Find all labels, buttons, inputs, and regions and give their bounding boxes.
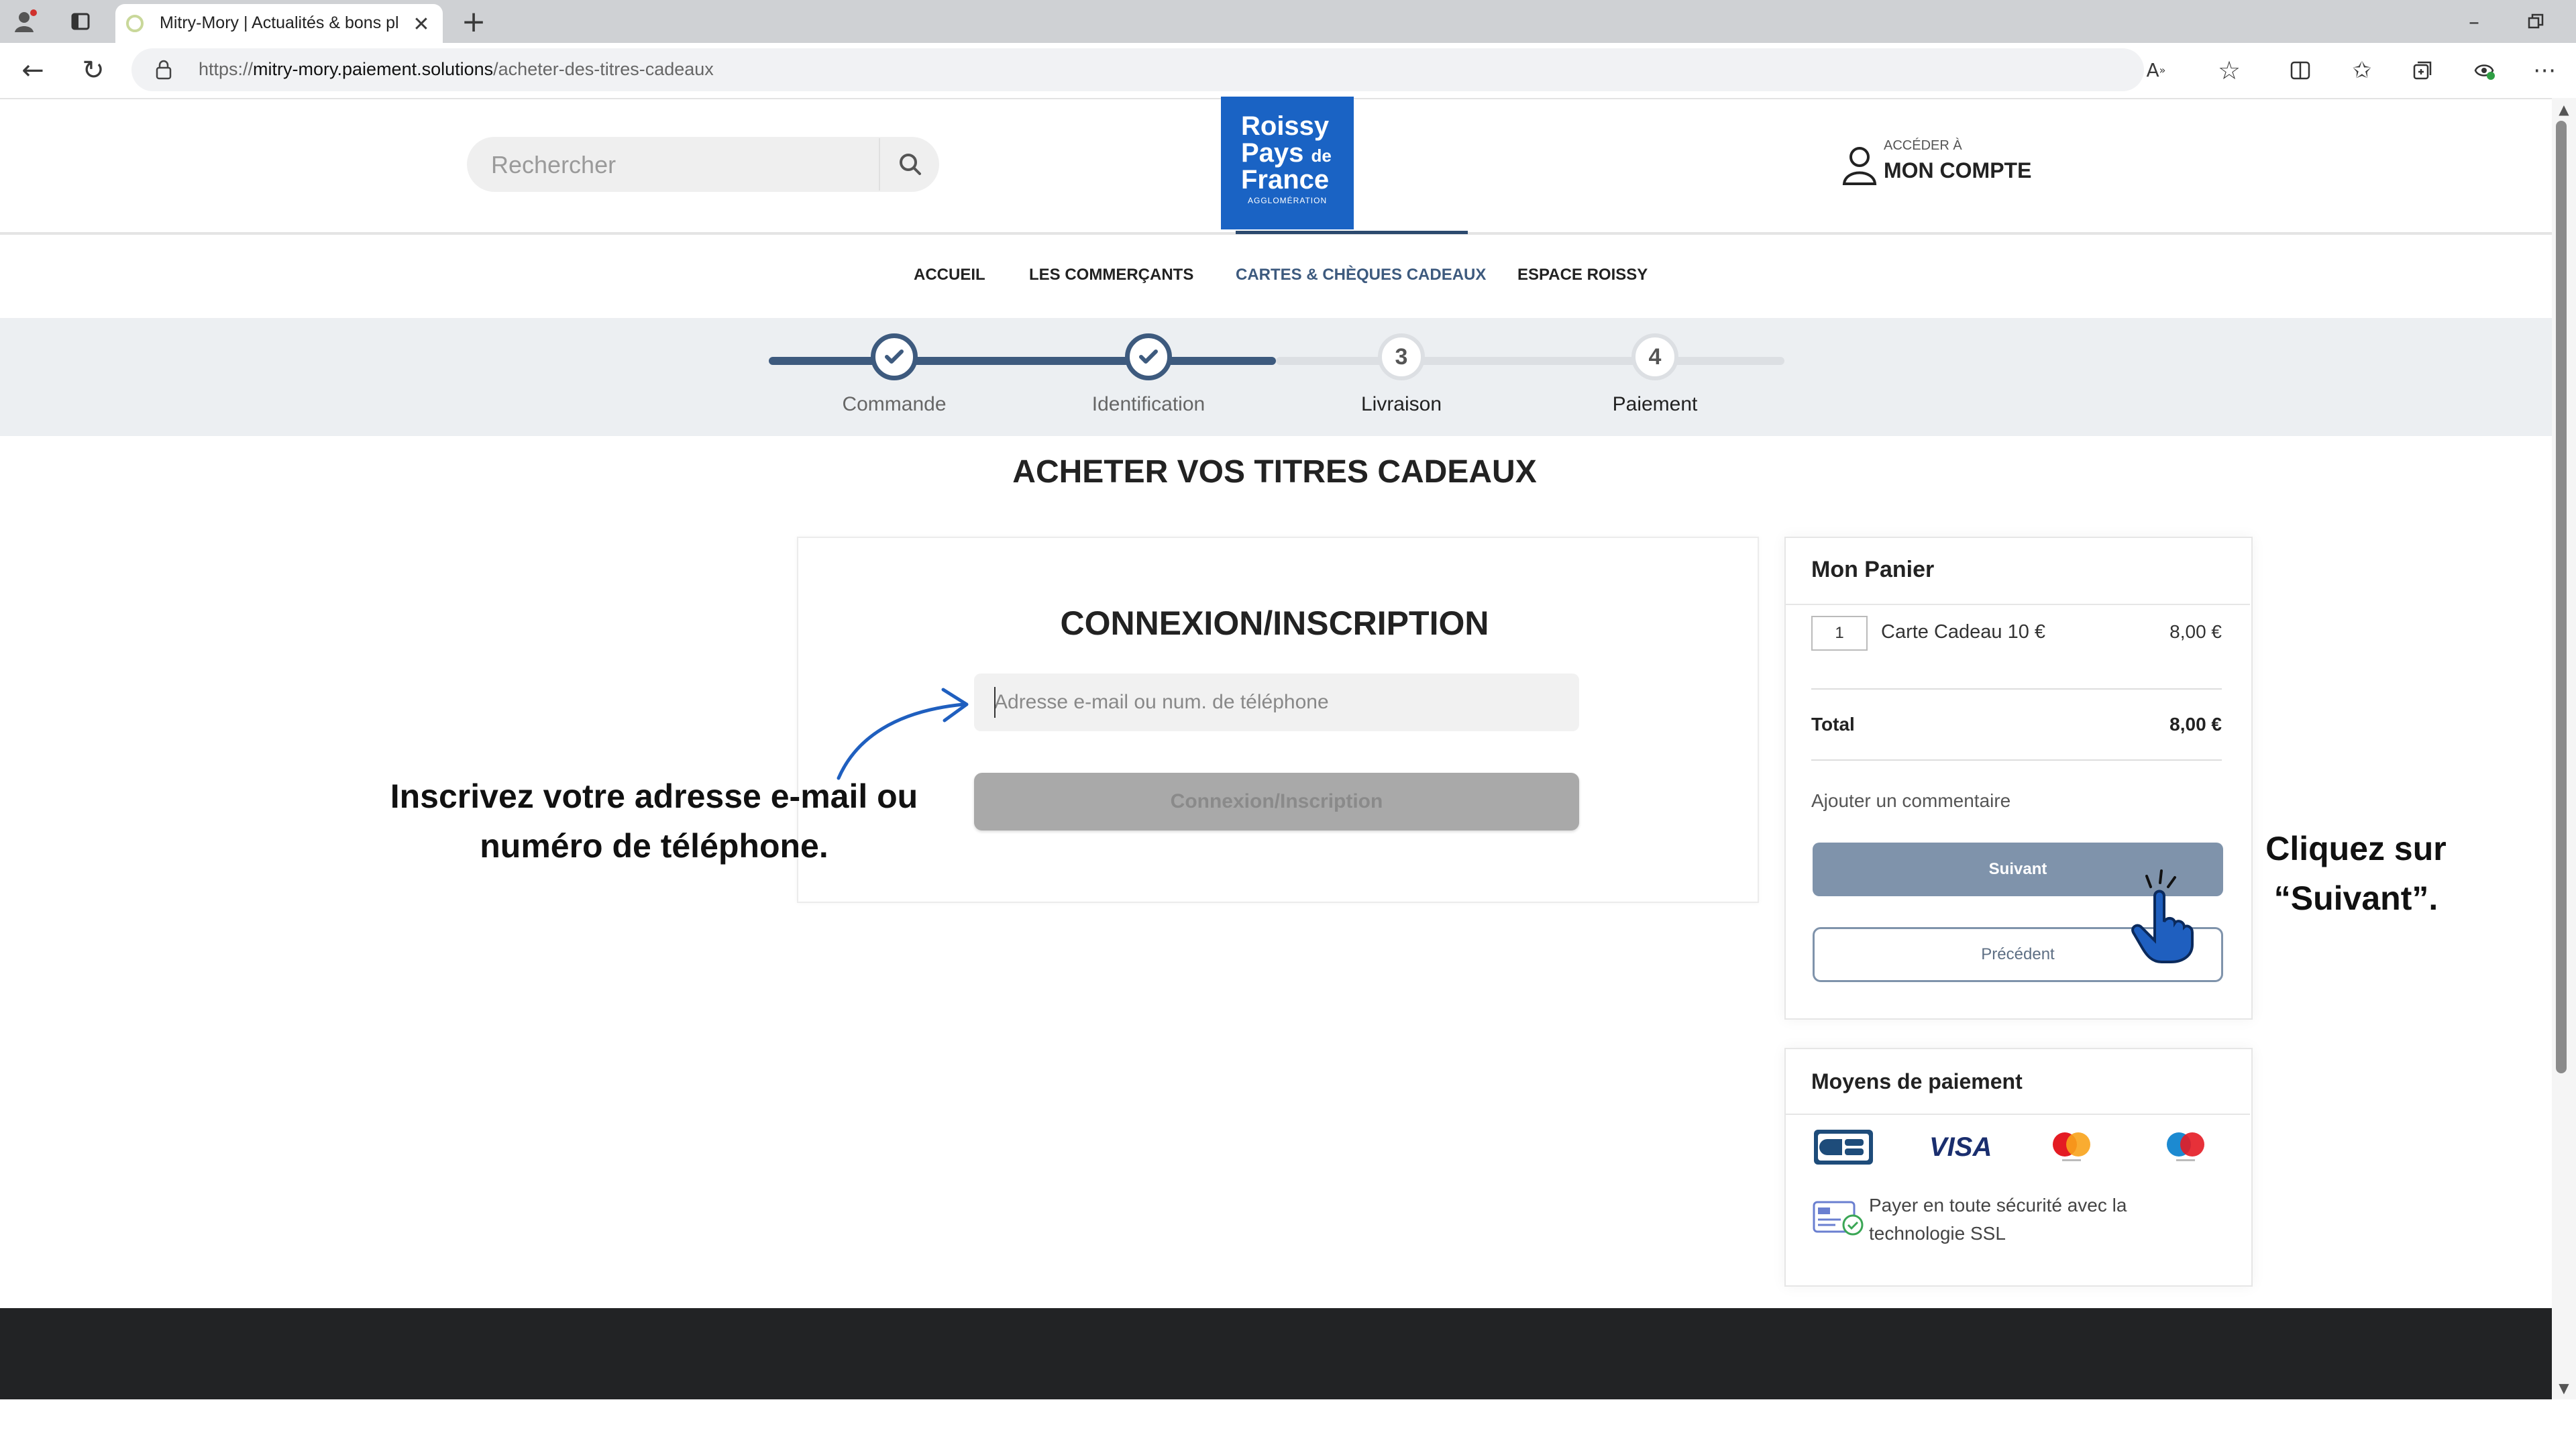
- payment-methods-title: Moyens de paiement: [1811, 1069, 2023, 1093]
- text-caret: [994, 687, 996, 718]
- collections-icon[interactable]: [2406, 54, 2439, 87]
- page-title: ACHETER VOS TITRES CADEAUX: [1012, 454, 1537, 490]
- mastercard-icon: [2053, 1132, 2090, 1161]
- step-4-label: Paiement: [1612, 393, 1698, 415]
- annotation-right-line-1: Cliquez sur: [2265, 830, 2447, 867]
- search-button[interactable]: [879, 138, 941, 191]
- tab-close-icon[interactable]: ✕: [408, 11, 435, 38]
- logo-line-2: Pays de: [1241, 138, 1332, 168]
- minimize-icon[interactable]: –: [2455, 5, 2493, 38]
- check-icon: [885, 350, 904, 364]
- maestro-icon: [2167, 1132, 2204, 1161]
- page-bottom: [0, 1399, 2576, 1449]
- favorite-star-icon[interactable]: ☆: [2212, 54, 2246, 87]
- annotation-left-line-1: Inscrivez votre adresse e-mail ou: [390, 777, 918, 815]
- account-link[interactable]: MON COMPTE: [1884, 158, 2031, 183]
- more-menu-icon[interactable]: ⋯: [2528, 54, 2561, 87]
- annotation-arrow-icon: [837, 688, 969, 780]
- reload-icon[interactable]: ↻: [75, 52, 111, 89]
- step-1-done: [871, 333, 918, 380]
- annotation-email-instruction: Inscrivez votre adresse e-mail ou numéro…: [376, 771, 932, 871]
- stepper-track-done: [769, 357, 1276, 365]
- step-1-label: Commande: [842, 393, 947, 415]
- step-2-label: Identification: [1091, 393, 1205, 415]
- check-icon: [1139, 350, 1158, 364]
- login-title: CONNEXION/INSCRIPTION: [1060, 604, 1489, 642]
- cart-title: Mon Panier: [1811, 557, 1935, 582]
- address-bar[interactable]: https://mitry-mory.paiement.solutions/ac…: [131, 48, 2165, 91]
- url-scheme: https://: [199, 59, 254, 79]
- cart-item-price: 8,00 €: [2169, 621, 2222, 642]
- nav-item-espace-roissy[interactable]: ESPACE ROISSY: [1517, 266, 1648, 284]
- cart-divider: [1811, 759, 2222, 761]
- logo-line-3: France: [1241, 165, 1330, 195]
- cart-divider: [1811, 688, 2222, 690]
- annotation-left-line-2: numéro de téléphone.: [480, 827, 828, 865]
- restore-icon[interactable]: [2517, 5, 2555, 38]
- browser-tab[interactable]: Mitry-Mory | Actualités & bons pl ✕: [115, 4, 443, 43]
- logo-line-1: Roissy: [1241, 111, 1330, 141]
- scroll-up-icon[interactable]: ▲: [2553, 99, 2575, 119]
- nav-active-indicator: [1236, 231, 1468, 234]
- read-aloud-icon[interactable]: A»: [2141, 55, 2171, 85]
- logo-line-4: AGGLOMÉRATION: [1248, 196, 1328, 205]
- annotation-right-line-2: “Suivant”.: [2273, 879, 2438, 917]
- extensions-icon[interactable]: [2467, 54, 2501, 87]
- logo-line-2-main: Pays: [1241, 138, 1304, 168]
- nav-item-commercants[interactable]: LES COMMERÇANTS: [1029, 266, 1193, 284]
- tab-favicon-icon: [126, 15, 144, 32]
- step-4-number: 4: [1631, 333, 1678, 380]
- email-field[interactable]: [974, 674, 1579, 731]
- search-icon: [900, 154, 921, 175]
- account-link-small[interactable]: ACCÉDER À: [1884, 138, 1962, 154]
- cart-header-divider: [1784, 604, 2250, 605]
- step-2-done: [1125, 333, 1172, 380]
- profile-icon[interactable]: [9, 5, 42, 38]
- nav-item-cartes-cheques[interactable]: CARTES & CHÈQUES CADEAUX: [1236, 266, 1486, 284]
- ssl-security-icon: [1813, 1201, 1864, 1236]
- quantity-field[interactable]: 1: [1811, 616, 1868, 651]
- stepper-track-todo: [1276, 357, 1784, 365]
- split-screen-icon[interactable]: [2284, 54, 2317, 87]
- site-logo[interactable]: Roissy Pays de France AGGLOMÉRATION: [1221, 97, 1354, 229]
- url-text[interactable]: https://mitry-mory.paiement.solutions/ac…: [199, 59, 714, 80]
- visa-logo: VISA: [1929, 1132, 1992, 1162]
- hand-pointer-icon: [2131, 869, 2194, 963]
- step-3-number: 3: [1378, 333, 1425, 380]
- checkout-stepper: [0, 318, 2552, 436]
- new-tab-icon[interactable]: +: [456, 4, 491, 39]
- tab-actions-icon[interactable]: [64, 5, 97, 38]
- cart-total-label: Total: [1811, 714, 1855, 735]
- tab-title: Mitry-Mory | Actualités & bons pl: [160, 13, 399, 32]
- back-icon[interactable]: ←: [15, 52, 51, 89]
- site-footer: [0, 1308, 2552, 1399]
- search-input[interactable]: [490, 138, 875, 192]
- add-comment-link[interactable]: Ajouter un commentaire: [1811, 790, 2010, 812]
- annotation-next-instruction: Cliquez sur “Suivant”.: [2255, 824, 2457, 923]
- ssl-security-text: Payer en toute sécurité avec la technolo…: [1869, 1195, 2127, 1244]
- scroll-down-icon[interactable]: ▼: [2553, 1378, 2575, 1398]
- cart-item-name: Carte Cadeau 10 €: [1881, 621, 2046, 643]
- lock-icon[interactable]: [152, 58, 176, 82]
- account-icon[interactable]: [1841, 145, 1878, 186]
- url-host: mitry-mory.paiement.solutions: [253, 59, 494, 79]
- payment-header-divider: [1784, 1114, 2250, 1115]
- cb-card-icon: [1814, 1130, 1873, 1165]
- scrollbar-thumb[interactable]: [2556, 121, 2567, 1073]
- favorites-icon[interactable]: ✩: [2345, 54, 2379, 87]
- nav-item-accueil[interactable]: ACCUEIL: [914, 266, 985, 284]
- login-button[interactable]: Connexion/Inscription: [974, 773, 1579, 830]
- logo-line-2-small: de: [1311, 146, 1332, 166]
- url-path: /acheter-des-titres-cadeaux: [493, 59, 714, 79]
- step-3-label: Livraison: [1360, 393, 1442, 415]
- cart-total-value: 8,00 €: [2169, 714, 2222, 735]
